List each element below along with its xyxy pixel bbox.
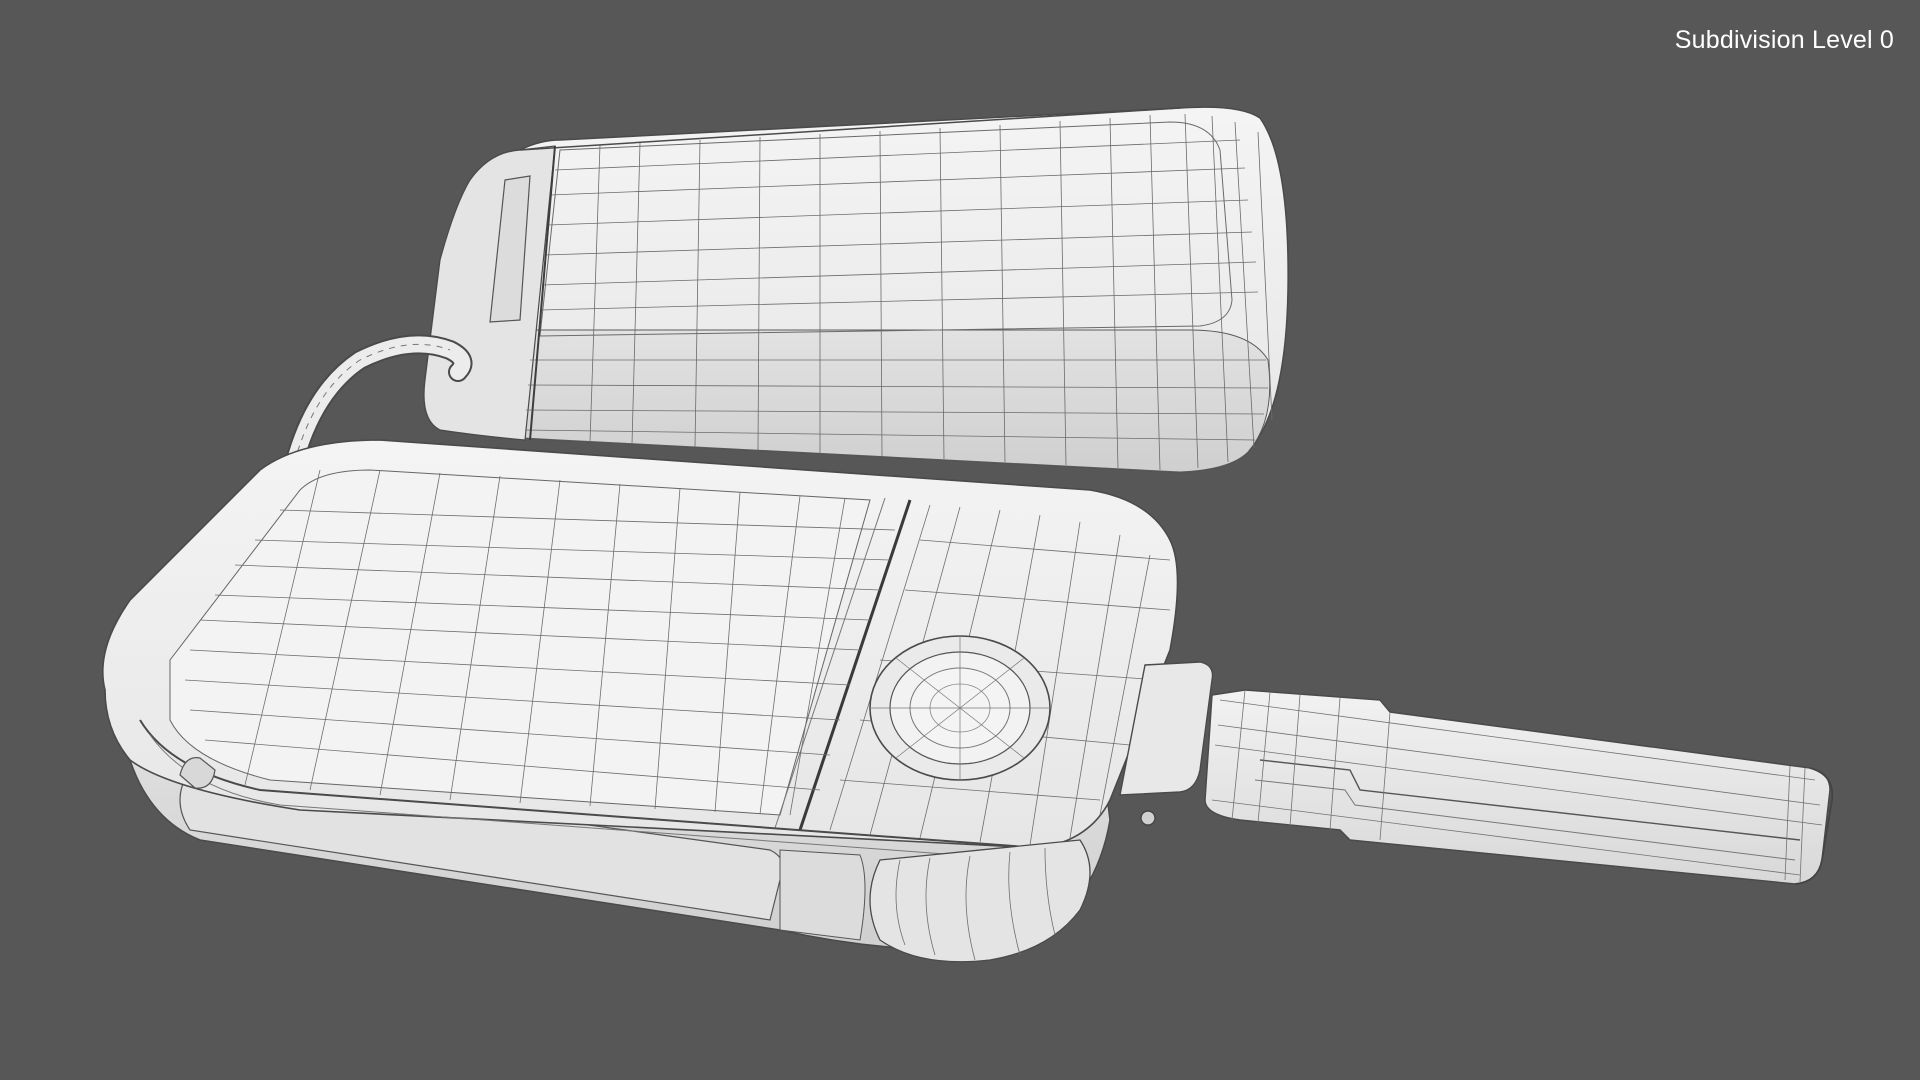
unlock-button bbox=[869, 635, 1051, 781]
front-fob-rear-bump bbox=[869, 839, 1091, 963]
front-fob-cavity bbox=[779, 849, 866, 941]
front-fob bbox=[102, 439, 1179, 963]
3d-viewport[interactable]: Subdivision Level 0 bbox=[0, 0, 1920, 1080]
back-fob-side bbox=[423, 329, 1271, 473]
subdivision-level-label: Subdivision Level 0 bbox=[1674, 26, 1894, 54]
blade-body bbox=[1204, 689, 1831, 885]
flip-key-blade bbox=[1119, 661, 1834, 885]
back-fob bbox=[423, 106, 1289, 473]
pivot-screw bbox=[1140, 810, 1156, 826]
wireframe-render bbox=[102, 106, 1834, 963]
